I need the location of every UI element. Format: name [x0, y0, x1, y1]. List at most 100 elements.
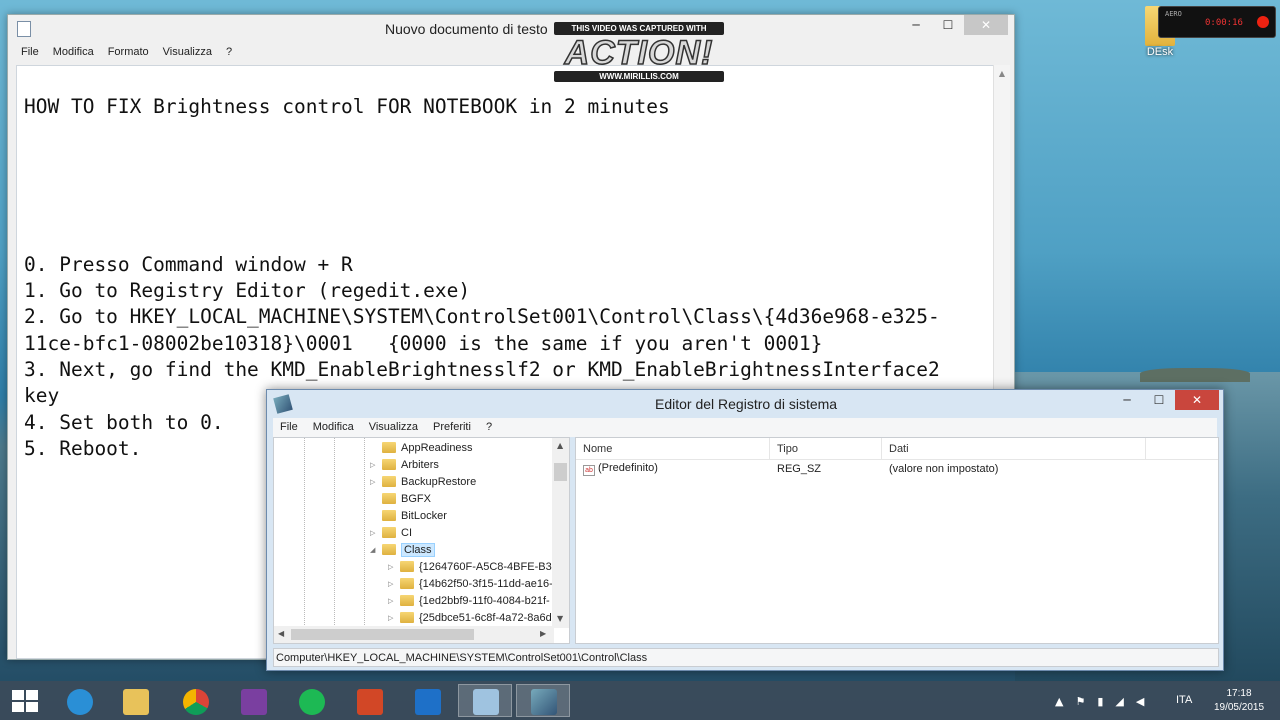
regedit-title: Editor del Registro di sistema: [655, 396, 838, 412]
start-button[interactable]: [10, 689, 40, 713]
show-hidden-icons-icon[interactable]: ▲: [1055, 695, 1063, 708]
notepad-text-line: [24, 173, 995, 199]
notepad-titlebar[interactable]: Nuovo documento di testo ─ ☐ ✕: [8, 15, 1014, 43]
recorder-mode: AERO: [1165, 10, 1182, 18]
tree-item[interactable]: ▷ {25dbce51-6c8f-4a72-8a6d: [388, 609, 552, 626]
scroll-down-icon[interactable]: ▼: [557, 614, 563, 623]
taskbar-clock[interactable]: 17:18 19/05/2015: [1211, 687, 1267, 715]
regedit-maximize-button[interactable]: ☐: [1143, 390, 1175, 410]
taskbar-mail-button[interactable]: [400, 684, 454, 717]
scroll-left-icon[interactable]: ◀: [278, 629, 284, 638]
taskbar-office-button[interactable]: [342, 684, 396, 717]
tree-item[interactable]: ▷ Arbiters: [370, 456, 439, 473]
values-list-row[interactable]: ab (Predefinito) REG_SZ (valore non impos…: [576, 460, 1218, 478]
string-value-icon: ab: [583, 465, 595, 476]
record-icon: [1257, 16, 1269, 28]
taskbar-explorer-button[interactable]: [108, 684, 162, 717]
taskbar-regedit-button[interactable]: [516, 684, 570, 717]
regedit-menu-modifica[interactable]: Modifica: [313, 418, 354, 437]
taskbar-ie-button[interactable]: [52, 684, 106, 717]
notepad-text-line: [24, 199, 995, 225]
tree-expander-icon[interactable]: ▷: [388, 580, 397, 588]
tree-item[interactable]: ▷ BackupRestore: [370, 473, 476, 490]
regedit-menubar: File Modifica Visualizza Preferiti ?: [273, 418, 1217, 437]
clock-time: 17:18: [1226, 688, 1252, 699]
tree-item[interactable]: BGFX: [370, 490, 431, 507]
regedit-titlebar[interactable]: Editor del Registro di sistema ─ ☐ ✕: [267, 390, 1223, 418]
input-language[interactable]: ITA: [1176, 694, 1192, 706]
regedit-close-button[interactable]: ✕: [1175, 390, 1219, 410]
tree-expander-icon[interactable]: ▷: [370, 478, 379, 486]
folder-icon: [400, 561, 414, 572]
taskbar-app-button[interactable]: [226, 684, 280, 717]
tree-item-label: BGFX: [401, 492, 431, 505]
tree-vertical-scrollbar[interactable]: ▲ ▼: [552, 438, 569, 628]
regedit-minimize-button[interactable]: ─: [1111, 390, 1143, 410]
regedit-menu-help[interactable]: ?: [486, 418, 492, 437]
system-tray: ▲ ⚑ ▮ ◢ ◀: [1055, 691, 1144, 711]
value-name-cell: ab (Predefinito): [576, 462, 770, 476]
folder-icon: [400, 595, 414, 606]
windows-logo-tile: [26, 702, 38, 712]
flag-icon[interactable]: ⚑: [1075, 695, 1085, 708]
maximize-button[interactable]: ☐: [932, 15, 964, 35]
folder-icon: [382, 544, 396, 555]
regedit-menu-file[interactable]: File: [280, 418, 298, 437]
taskbar-spotify-button[interactable]: [284, 684, 338, 717]
tree-hscroll-thumb[interactable]: [291, 629, 474, 640]
battery-icon[interactable]: ▮: [1097, 695, 1103, 708]
scroll-right-icon[interactable]: ▶: [540, 629, 546, 638]
tree-item[interactable]: ▷ {1ed2bbf9-11f0-4084-b21f-: [388, 592, 550, 609]
tree-item[interactable]: ▷ {1264760F-A5C8-4BFE-B314: [388, 558, 564, 575]
tree-item[interactable]: BitLocker: [370, 507, 447, 524]
tree-guide-line: [334, 438, 335, 643]
windows-logo-tile: [26, 690, 38, 700]
column-header-nome[interactable]: Nome: [576, 438, 770, 459]
registry-editor-window: Editor del Registro di sistema ─ ☐ ✕ Fil…: [266, 389, 1224, 671]
tree-item[interactable]: AppReadiness: [370, 439, 473, 456]
tree-guide-line: [364, 438, 365, 643]
tree-vscroll-thumb[interactable]: [554, 463, 567, 481]
volume-icon[interactable]: ◀: [1136, 695, 1144, 708]
scroll-up-icon[interactable]: ▲: [557, 441, 563, 450]
windows-logo-tile: [12, 702, 24, 712]
menu-file[interactable]: File: [21, 43, 46, 63]
tree-expander-icon[interactable]: ▷: [388, 597, 397, 605]
menu-modifica[interactable]: Modifica: [53, 43, 101, 63]
column-header-tipo[interactable]: Tipo: [770, 438, 882, 459]
tree-item-label: AppReadiness: [401, 441, 473, 454]
tree-item[interactable]: ▷ CI: [370, 524, 412, 541]
regedit-menu-preferiti[interactable]: Preferiti: [433, 418, 471, 437]
tree-horizontal-scrollbar[interactable]: ◀ ▶: [274, 626, 554, 643]
tree-expander-icon[interactable]: ▷: [388, 563, 397, 571]
tree-expander-icon[interactable]: ◢: [370, 546, 379, 554]
menu-help[interactable]: ?: [226, 43, 239, 63]
regedit-menu-visualizza[interactable]: Visualizza: [369, 418, 418, 437]
close-button[interactable]: ✕: [964, 15, 1008, 35]
tree-expander-icon[interactable]: ▷: [370, 529, 379, 537]
tree-item[interactable]: ◢ Class: [370, 541, 435, 558]
taskbar-notepad-button[interactable]: [458, 684, 512, 717]
menu-formato[interactable]: Formato: [108, 43, 156, 63]
purple-app-icon: [241, 689, 267, 715]
network-icon[interactable]: ◢: [1115, 695, 1123, 708]
notepad-text-line: [24, 225, 995, 251]
taskbar-chrome-button[interactable]: [168, 684, 222, 717]
taskbar: ▲ ⚑ ▮ ◢ ◀ ITA 17:18 19/05/2015: [0, 681, 1280, 720]
tree-item[interactable]: ▷ {14b62f50-3f15-11dd-ae16-: [388, 575, 553, 592]
regedit-icon: [531, 689, 557, 715]
scroll-up-icon[interactable]: ▲: [994, 69, 1010, 78]
tree-expander-icon[interactable]: ▷: [388, 614, 397, 622]
tree-item-label: CI: [401, 526, 412, 539]
minimize-button[interactable]: ─: [900, 15, 932, 35]
tree-expander-icon[interactable]: ▷: [370, 461, 379, 469]
column-header-dati[interactable]: Dati: [882, 438, 1146, 459]
registry-tree[interactable]: AppReadiness ▷ Arbiters ▷ BackupRestore BGFX B…: [273, 437, 570, 644]
notepad-text-line: HOW TO FIX Brightness control FOR NOTEBO…: [24, 95, 670, 118]
recorder-widget: AERO 0:00:16: [1158, 6, 1276, 38]
folder-icon: [400, 612, 414, 623]
tree-item-label: Arbiters: [401, 458, 439, 471]
tree-item-label: Class: [401, 542, 435, 557]
office-icon: [357, 689, 383, 715]
menu-visualizza[interactable]: Visualizza: [163, 43, 219, 63]
